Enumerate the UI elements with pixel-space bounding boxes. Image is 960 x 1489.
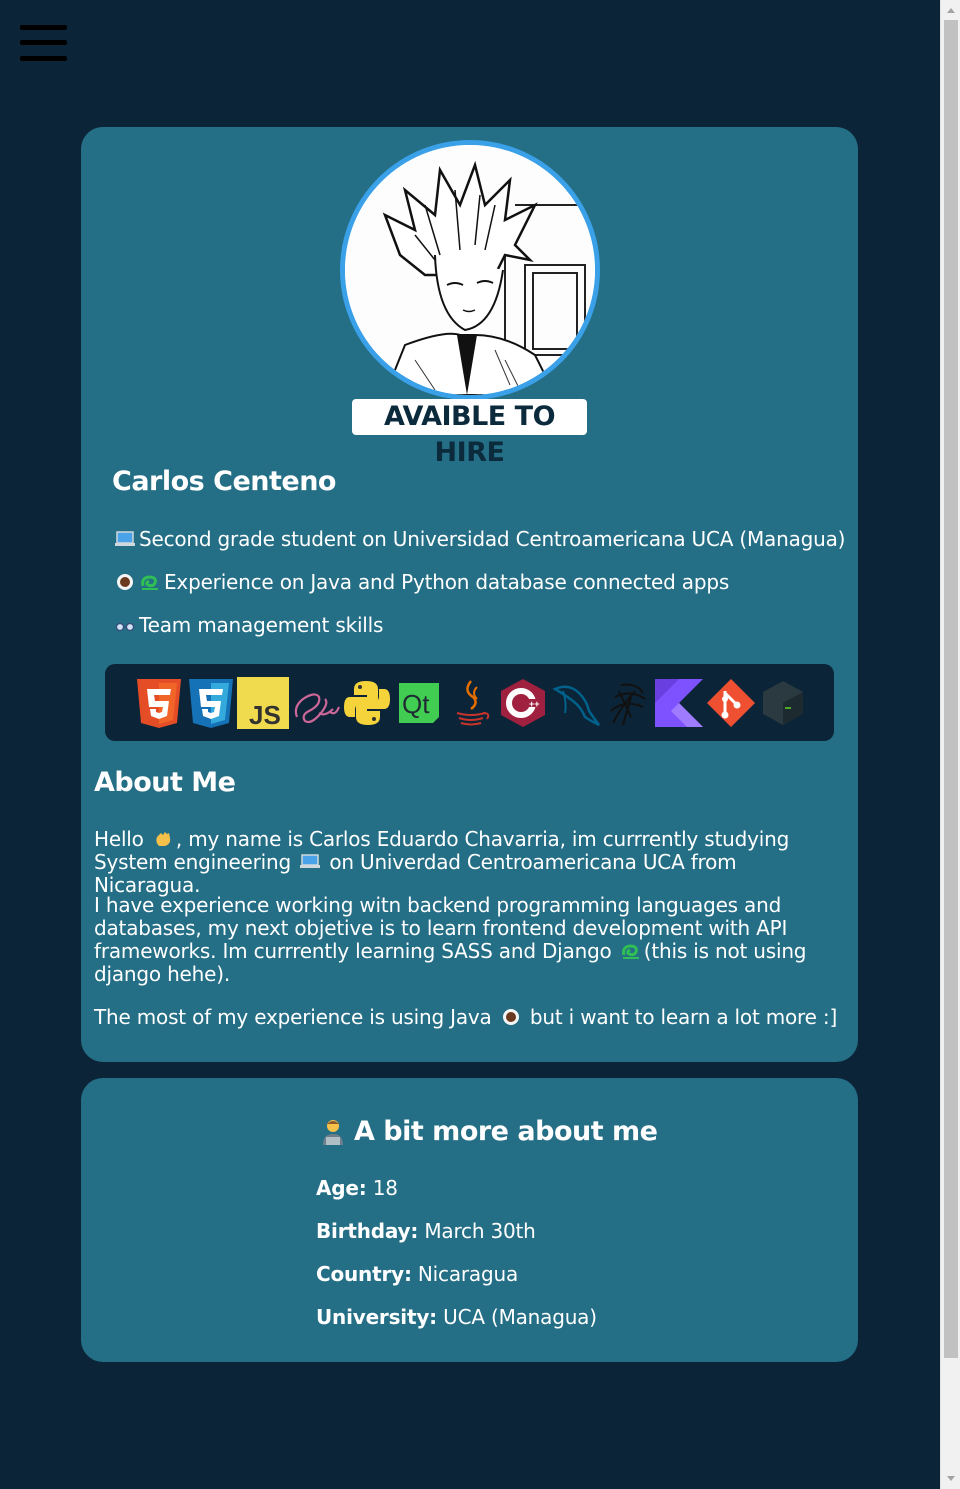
kotlin-icon (655, 678, 703, 727)
technologist-emoji-icon (323, 1119, 343, 1145)
info-label: Country: (316, 1262, 412, 1286)
more-about-title: A bit more about me (318, 1116, 658, 1147)
waving-hand-icon (156, 832, 171, 846)
scrollbar-thumb[interactable] (944, 20, 958, 1358)
css3-icon (189, 678, 233, 728)
bullet-text: Team management skills (139, 613, 384, 637)
info-value: UCA (Managua) (436, 1305, 597, 1329)
info-row-country: Country: Nicaragua (316, 1262, 518, 1286)
skills-bar: JS Qt ++ (105, 664, 834, 741)
about-title: About Me (94, 767, 236, 798)
bullet-text: Second grade student on Universidad Cent… (139, 527, 846, 551)
laptop-emoji-icon (300, 854, 321, 868)
avatar (340, 140, 600, 400)
bash-icon (763, 680, 803, 725)
profile-bullet: Experience on Java and Python database c… (114, 570, 729, 594)
qt-icon: Qt (399, 682, 439, 723)
scrollbar[interactable] (940, 0, 960, 1489)
profile-bullet: Team management skills (114, 613, 383, 637)
git-icon (707, 678, 755, 727)
javascript-icon: JS (237, 676, 289, 729)
info-row-age: Age: 18 (316, 1176, 398, 1200)
mysql-icon (552, 685, 601, 726)
profile-name: Carlos Centeno (112, 466, 336, 497)
svg-text:++: ++ (529, 699, 540, 709)
info-label: Age: (316, 1176, 367, 1200)
hire-badge: AVAIBLE TO HIRE (352, 399, 587, 468)
info-row-birthday: Birthday: March 30th (316, 1219, 536, 1243)
more-about-title-text: A bit more about me (354, 1116, 658, 1147)
sass-icon (294, 692, 341, 723)
sqlalchemy-icon (610, 683, 646, 725)
hamburger-menu-icon[interactable] (20, 24, 68, 64)
cplusplus-icon: ++ (501, 678, 545, 727)
info-value: Nicaragua (411, 1262, 518, 1286)
coffee-emoji-icon (117, 574, 133, 590)
coffee-emoji-icon (502, 1009, 519, 1025)
menu-line (20, 40, 67, 45)
profile-bullet: Second grade student on Universidad Cent… (114, 527, 845, 551)
qt-label: Qt (402, 689, 430, 719)
manga-portrait-avatar (345, 145, 595, 395)
about-paragraph: I have experience working witn backend p… (94, 894, 839, 986)
snake-emoji-icon (141, 575, 158, 590)
laptop-emoji-icon (115, 531, 135, 546)
info-value: 18 (366, 1176, 398, 1200)
python-icon (344, 680, 390, 725)
about-paragraph: Hello , my name is Carlos Eduardo Chavar… (94, 828, 839, 897)
about-text: Hello (94, 827, 144, 851)
menu-line (20, 56, 67, 61)
info-value: March 30th (418, 1219, 536, 1243)
scroll-up-arrow-icon[interactable] (947, 8, 955, 13)
about-text: but i want to learn a lot more :] (523, 1005, 838, 1029)
info-label: Birthday: (316, 1219, 419, 1243)
menu-line (20, 25, 67, 30)
info-row-university: University: UCA (Managua) (316, 1305, 597, 1329)
glasses-emoji-icon (115, 622, 135, 632)
about-paragraph: The most of my experience is using Java … (94, 1006, 839, 1029)
js-label: JS (249, 700, 281, 729)
info-label: University: (316, 1305, 437, 1329)
snake-emoji-icon (621, 944, 639, 959)
java-icon (456, 679, 490, 725)
about-text: The most of my experience is using Java (94, 1005, 492, 1029)
more-about-card: A bit more about me Age: 18 Birthday: Ma… (81, 1078, 858, 1362)
profile-card: AVAIBLE TO HIRE Carlos Centeno Second gr… (81, 127, 858, 1062)
html5-icon (137, 678, 181, 728)
bullet-text: Experience on Java and Python database c… (164, 570, 730, 594)
scroll-down-arrow-icon[interactable] (947, 1476, 955, 1481)
